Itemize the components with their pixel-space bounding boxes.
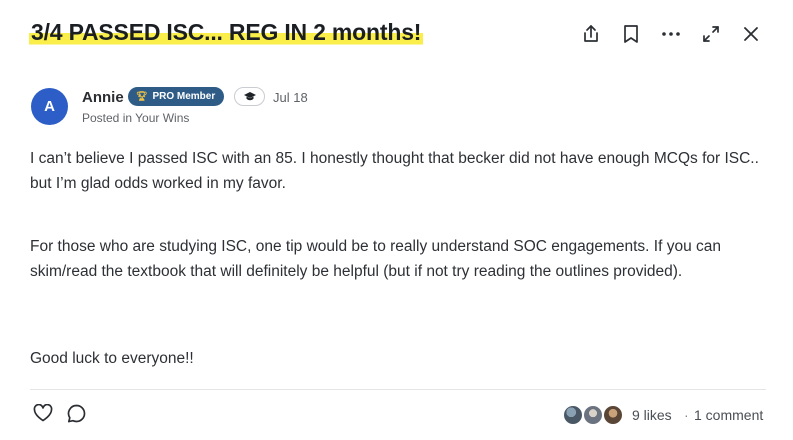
bookmark-button[interactable] (619, 22, 643, 46)
close-icon (744, 27, 758, 41)
post-paragraph: Good luck to everyone!! (30, 350, 194, 367)
share-icon (584, 25, 598, 42)
close-button[interactable] (739, 22, 763, 46)
post-paragraph: I can’t believe I passed ISC with an 85.… (30, 150, 759, 192)
footer-divider (30, 389, 766, 390)
post-title: 3/4 PASSED ISC... REG IN 2 months! (29, 19, 424, 46)
likes-count[interactable]: 9 likes (632, 407, 672, 423)
liker-avatars[interactable] (562, 404, 626, 426)
expand-icon (703, 26, 719, 42)
expand-button[interactable] (699, 22, 723, 46)
heart-icon (33, 403, 53, 422)
pro-member-badge: 🏆︎ PRO Member (128, 87, 225, 106)
post-paragraph: For those who are studying ISC, one tip … (30, 238, 722, 280)
posted-in-label[interactable]: Posted in Your Wins (82, 111, 189, 125)
graduation-badge (234, 87, 265, 106)
post-header: 3/4 PASSED ISC... REG IN 2 months! (0, 0, 793, 70)
graduation-cap-icon (243, 92, 256, 101)
like-button[interactable] (33, 403, 53, 427)
liker-avatar (582, 404, 604, 426)
bookmark-icon (624, 25, 638, 43)
comment-button[interactable] (67, 404, 86, 428)
post-date: Jul 18 (273, 90, 308, 105)
post-actions (563, 22, 763, 46)
post-author: A Annie 🏆︎ PRO Member Jul 18 Posted in Y… (31, 87, 731, 127)
share-button[interactable] (579, 22, 603, 46)
post-footer: 9 likes · 1 comment (30, 400, 766, 430)
liker-avatar (602, 404, 624, 426)
more-options-icon (662, 32, 680, 36)
pro-member-label: PRO Member (152, 91, 216, 102)
author-name[interactable]: Annie (82, 89, 124, 106)
more-options-button[interactable] (659, 22, 683, 46)
author-avatar[interactable]: A (31, 88, 68, 125)
comments-count[interactable]: 1 comment (694, 407, 763, 423)
footer-separator: · (684, 407, 689, 423)
trophy-icon: 🏆︎ (136, 91, 148, 101)
liker-avatar (562, 404, 584, 426)
comment-icon (67, 404, 86, 423)
